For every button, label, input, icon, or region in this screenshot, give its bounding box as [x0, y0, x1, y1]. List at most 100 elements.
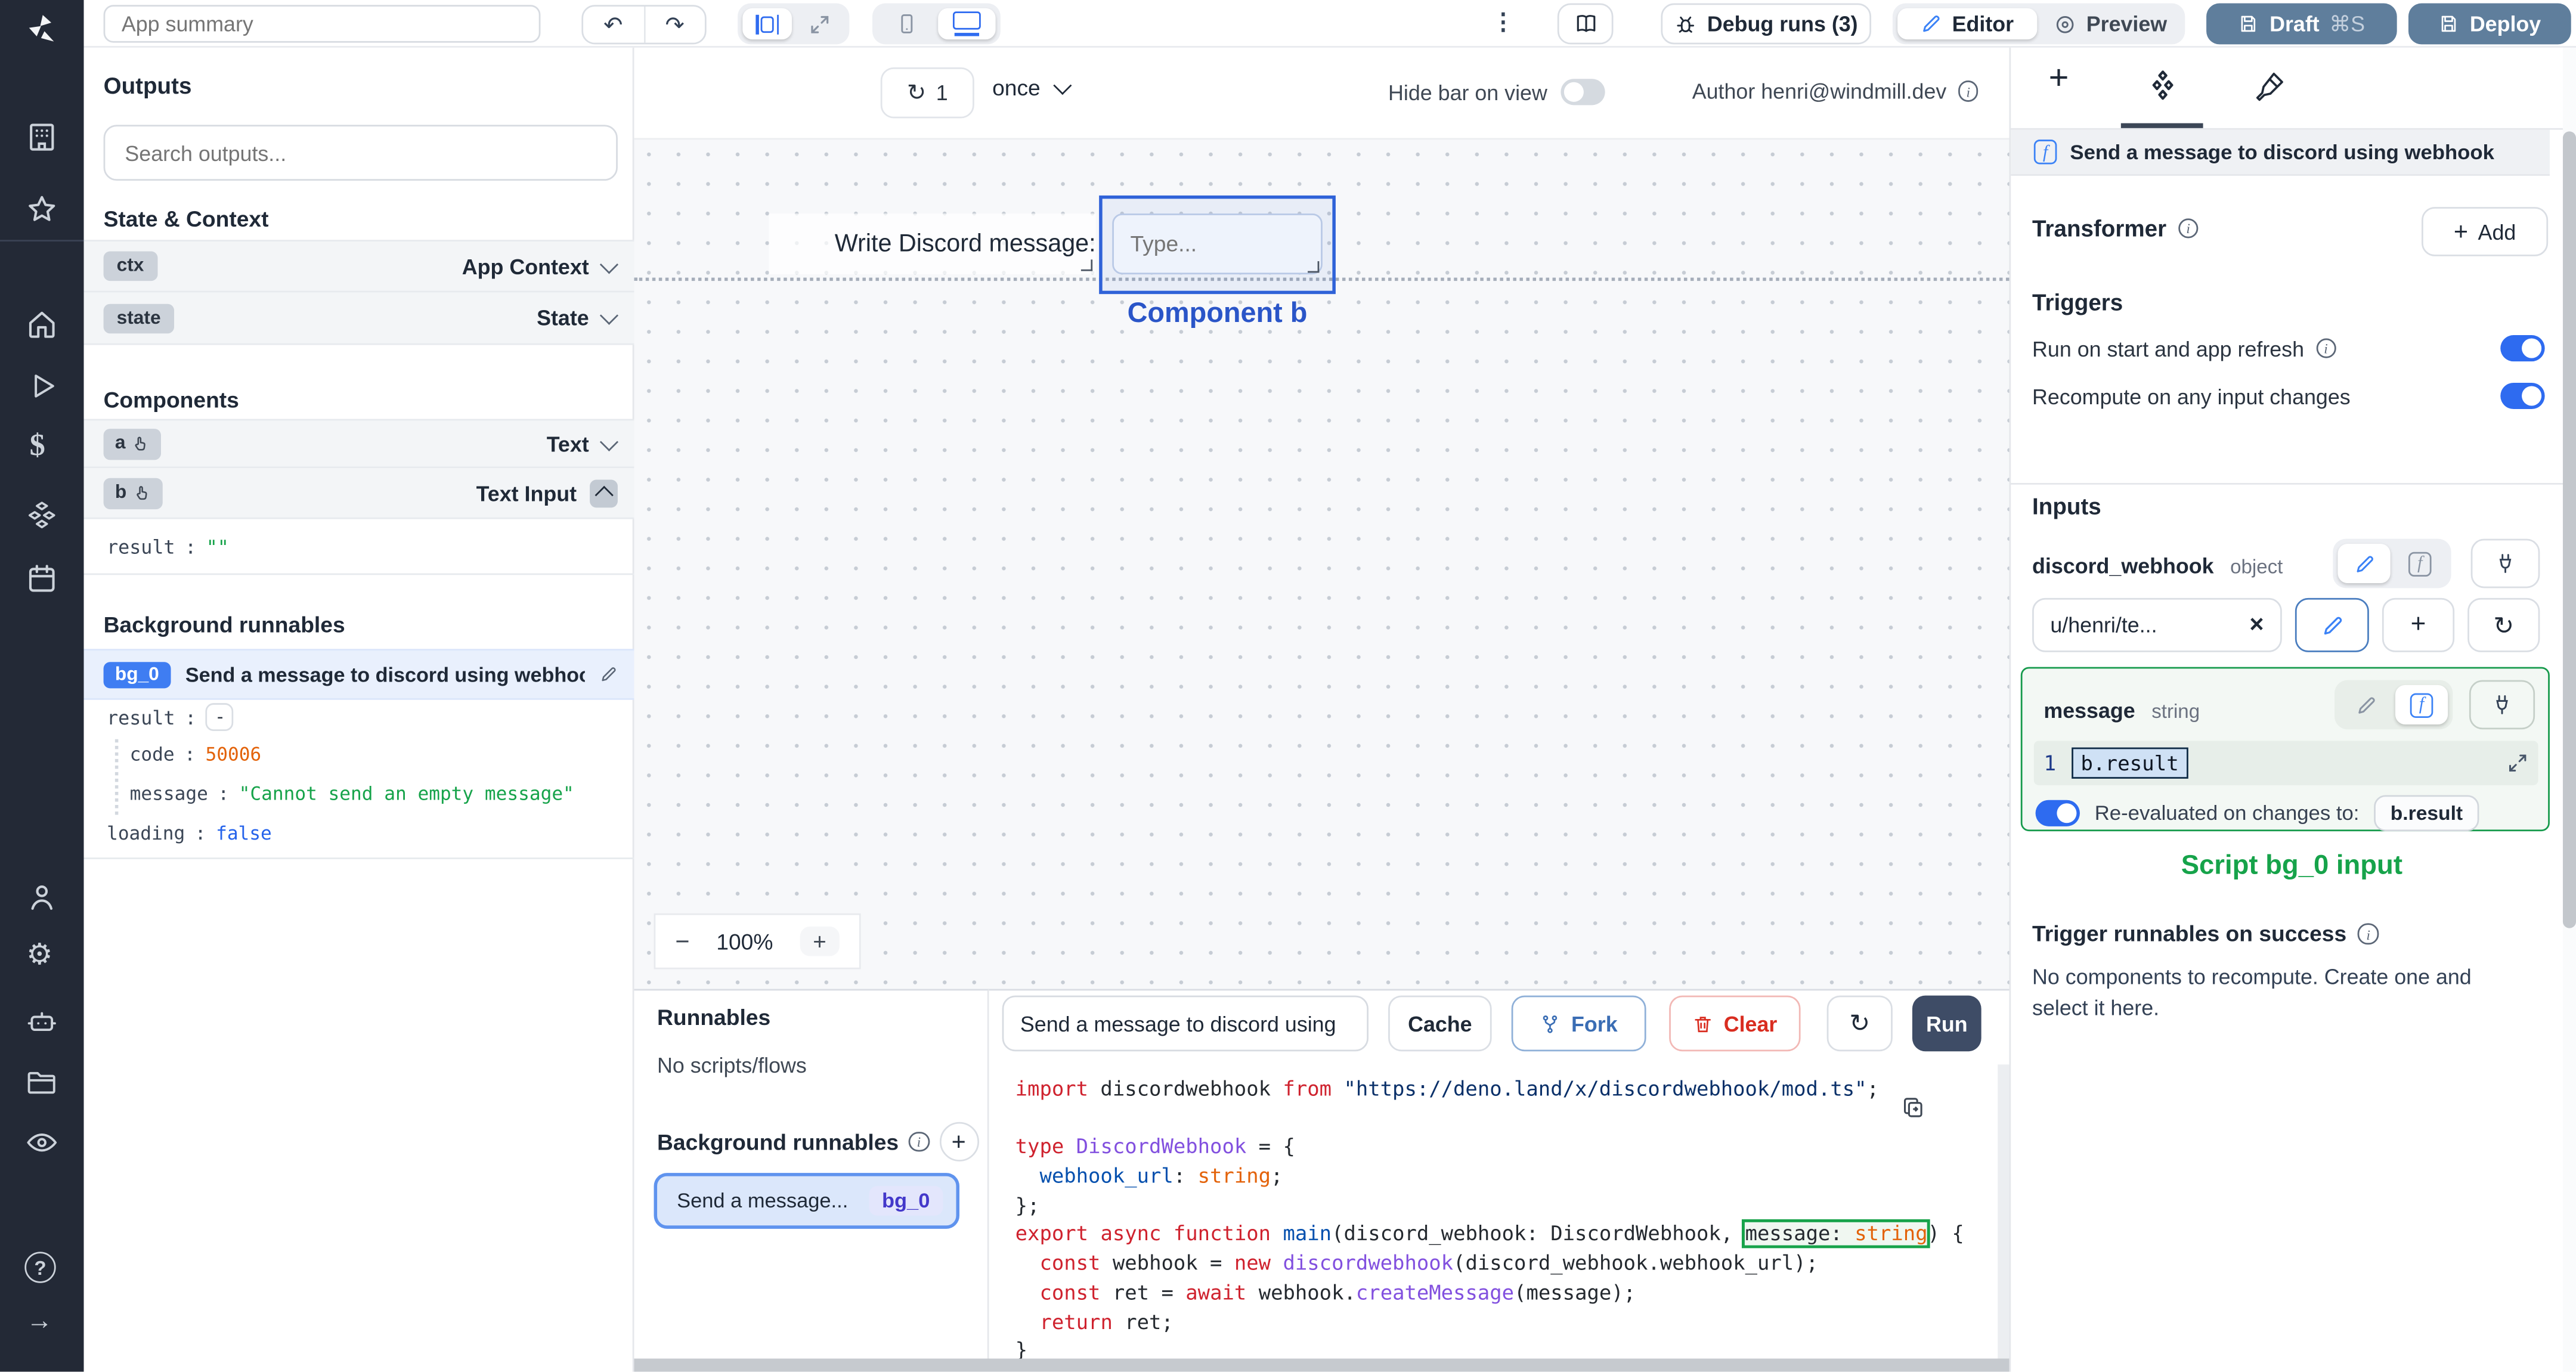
dw-connect-button[interactable] [2470, 538, 2540, 589]
tab-settings[interactable] [2144, 67, 2181, 113]
msg-static-mode[interactable] [2339, 685, 2392, 724]
dw-refresh-button[interactable]: ↻ [2467, 597, 2540, 652]
selected-component-b[interactable] [1099, 195, 1336, 295]
centered-layout-toggle[interactable] [742, 8, 792, 40]
book-icon [1576, 15, 1594, 32]
docs-button[interactable] [1557, 3, 1614, 45]
sidebar-item-folders[interactable] [24, 1064, 59, 1107]
deploy-button[interactable]: Deploy [2408, 3, 2571, 45]
undo-button[interactable]: ↶ [583, 7, 643, 43]
output-row-ctx[interactable]: ctx App Context [83, 240, 634, 293]
dw-eval-mode[interactable]: f [2394, 544, 2446, 583]
sidebar-item-variables[interactable]: $ [30, 429, 45, 465]
dw-edit-button[interactable] [2295, 597, 2369, 652]
dw-mode-toggle: f [2333, 538, 2451, 589]
tab-theme[interactable] [2254, 69, 2287, 110]
resize-handle[interactable] [1308, 261, 1320, 273]
recompute-toggle[interactable] [2500, 382, 2545, 410]
reeval-toggle[interactable] [2035, 800, 2080, 826]
sidebar-item-schedules[interactable] [24, 562, 59, 605]
search-outputs-input[interactable] [103, 125, 618, 181]
discord-message-input[interactable] [1112, 213, 1323, 275]
sidebar-item-audit[interactable] [24, 1125, 59, 1168]
plug-icon [2499, 554, 2512, 573]
script-name-input[interactable] [1002, 995, 1368, 1052]
sidebar-item-home[interactable] [24, 307, 59, 350]
resize-handle[interactable] [1080, 259, 1093, 271]
msg-eval-mode[interactable]: f [2395, 685, 2448, 724]
draft-button[interactable]: Draft ⌘S [2206, 3, 2397, 45]
chevron-down-icon[interactable] [599, 432, 617, 450]
dw-static-mode[interactable] [2337, 543, 2391, 584]
debug-runs-button[interactable]: Debug runs (3) [1661, 3, 1872, 45]
bottom-horizontal-scrollbar[interactable] [634, 1358, 2010, 1372]
tab-preview[interactable]: Preview [2041, 8, 2180, 39]
component-row-b[interactable]: b Text Input [83, 468, 634, 519]
sidebar-item-workers[interactable] [24, 1005, 59, 1048]
sidebar-collapse-button[interactable]: → [26, 1308, 52, 1337]
code-area[interactable]: import discordwebhook from "https://deno… [1015, 1076, 1995, 1360]
component-row-a[interactable]: a Text [83, 419, 634, 469]
collapse-b-button[interactable] [590, 479, 618, 507]
zoom-in-button[interactable]: + [800, 926, 840, 956]
runnable-item-bg0[interactable]: Send a message... bg_0 [654, 1173, 959, 1229]
msg-expr-editor[interactable]: 1 b.result [2033, 741, 2538, 785]
refresh-app-button[interactable]: ↻ 1 [880, 67, 974, 119]
chevron-down-icon[interactable] [599, 255, 617, 272]
add-transformer-button[interactable]: + Add [2422, 207, 2549, 256]
selected-runnable-header: f Send a message to discord using webhoo… [2011, 129, 2550, 176]
dw-type: object [2230, 554, 2283, 578]
hide-bar-toggle[interactable] [1560, 79, 1605, 106]
clear-icon[interactable]: × [2249, 611, 2264, 639]
sidebar-item-resources[interactable] [24, 498, 59, 541]
sidebar-item-users[interactable] [24, 881, 59, 924]
tab-insert[interactable]: + [2049, 59, 2069, 98]
dw-resource-input[interactable]: u/henri/te... × [2032, 597, 2282, 652]
sidebar-item-help[interactable]: ? [24, 1252, 56, 1283]
collapse-result-button[interactable]: - [206, 703, 234, 732]
tab-editor[interactable]: Editor [1897, 8, 2038, 40]
info-icon[interactable]: i [1958, 80, 1979, 102]
more-menu-button[interactable]: ⋮ [1492, 8, 1515, 36]
chevron-down-icon[interactable] [599, 306, 617, 324]
b-result-row[interactable]: result : "" [83, 519, 634, 575]
edit-pencil-icon[interactable] [600, 665, 618, 683]
schedule-dropdown[interactable]: once [992, 76, 1072, 100]
msg-expr-value[interactable]: b.result [2070, 747, 2189, 779]
sidebar-item-workspace[interactable] [24, 120, 59, 163]
fork-button[interactable]: Fork [1511, 995, 1646, 1052]
clear-button[interactable]: Clear [1669, 995, 1801, 1052]
reeval-target-badge[interactable]: b.result [2374, 795, 2479, 832]
info-icon[interactable]: i [2315, 337, 2336, 359]
msg-connect-button[interactable] [2469, 680, 2535, 730]
info-icon[interactable]: i [2358, 924, 2379, 944]
copy-code-icon[interactable] [1901, 1094, 1925, 1122]
components-title: Components [103, 388, 239, 413]
output-row-state[interactable]: state State [83, 292, 634, 345]
sidebar-item-runs[interactable] [26, 370, 59, 411]
expand-editor-icon[interactable] [2507, 752, 2528, 774]
app-summary-input[interactable] [103, 5, 541, 43]
zoom-out-button[interactable]: − [675, 927, 689, 955]
add-background-runnable-button[interactable]: + [939, 1122, 979, 1162]
desktop-view-toggle[interactable] [938, 8, 996, 40]
redo-button[interactable]: ↷ [643, 7, 705, 43]
run-button[interactable]: Run [1912, 995, 1981, 1052]
info-icon[interactable]: i [2178, 218, 2199, 239]
window-scrollbar-thumb[interactable] [2562, 131, 2576, 928]
arrow-right-icon: → [26, 1308, 53, 1336]
sidebar-item-favorites[interactable] [24, 192, 59, 235]
background-runnables-header: Background runnables i + [657, 1122, 979, 1162]
run-on-start-toggle[interactable] [2500, 335, 2545, 362]
info-icon[interactable]: i [908, 1131, 930, 1153]
text-component-a[interactable]: Write Discord message: [769, 213, 1096, 275]
dw-new-resource-button[interactable]: + [2382, 597, 2455, 652]
mobile-view-toggle[interactable] [877, 8, 934, 39]
sidebar-item-settings[interactable]: ⚙ [26, 938, 52, 973]
code-vertical-scrollbar[interactable] [1998, 1064, 2010, 1361]
reload-script-button[interactable]: ↻ [1826, 995, 1893, 1052]
cache-button[interactable]: Cache [1388, 995, 1492, 1052]
fullscreen-toggle[interactable] [795, 8, 844, 39]
windmill-logo[interactable] [21, 10, 63, 51]
bg0-row[interactable]: bg_0 Send a message to discord using web… [83, 649, 634, 700]
